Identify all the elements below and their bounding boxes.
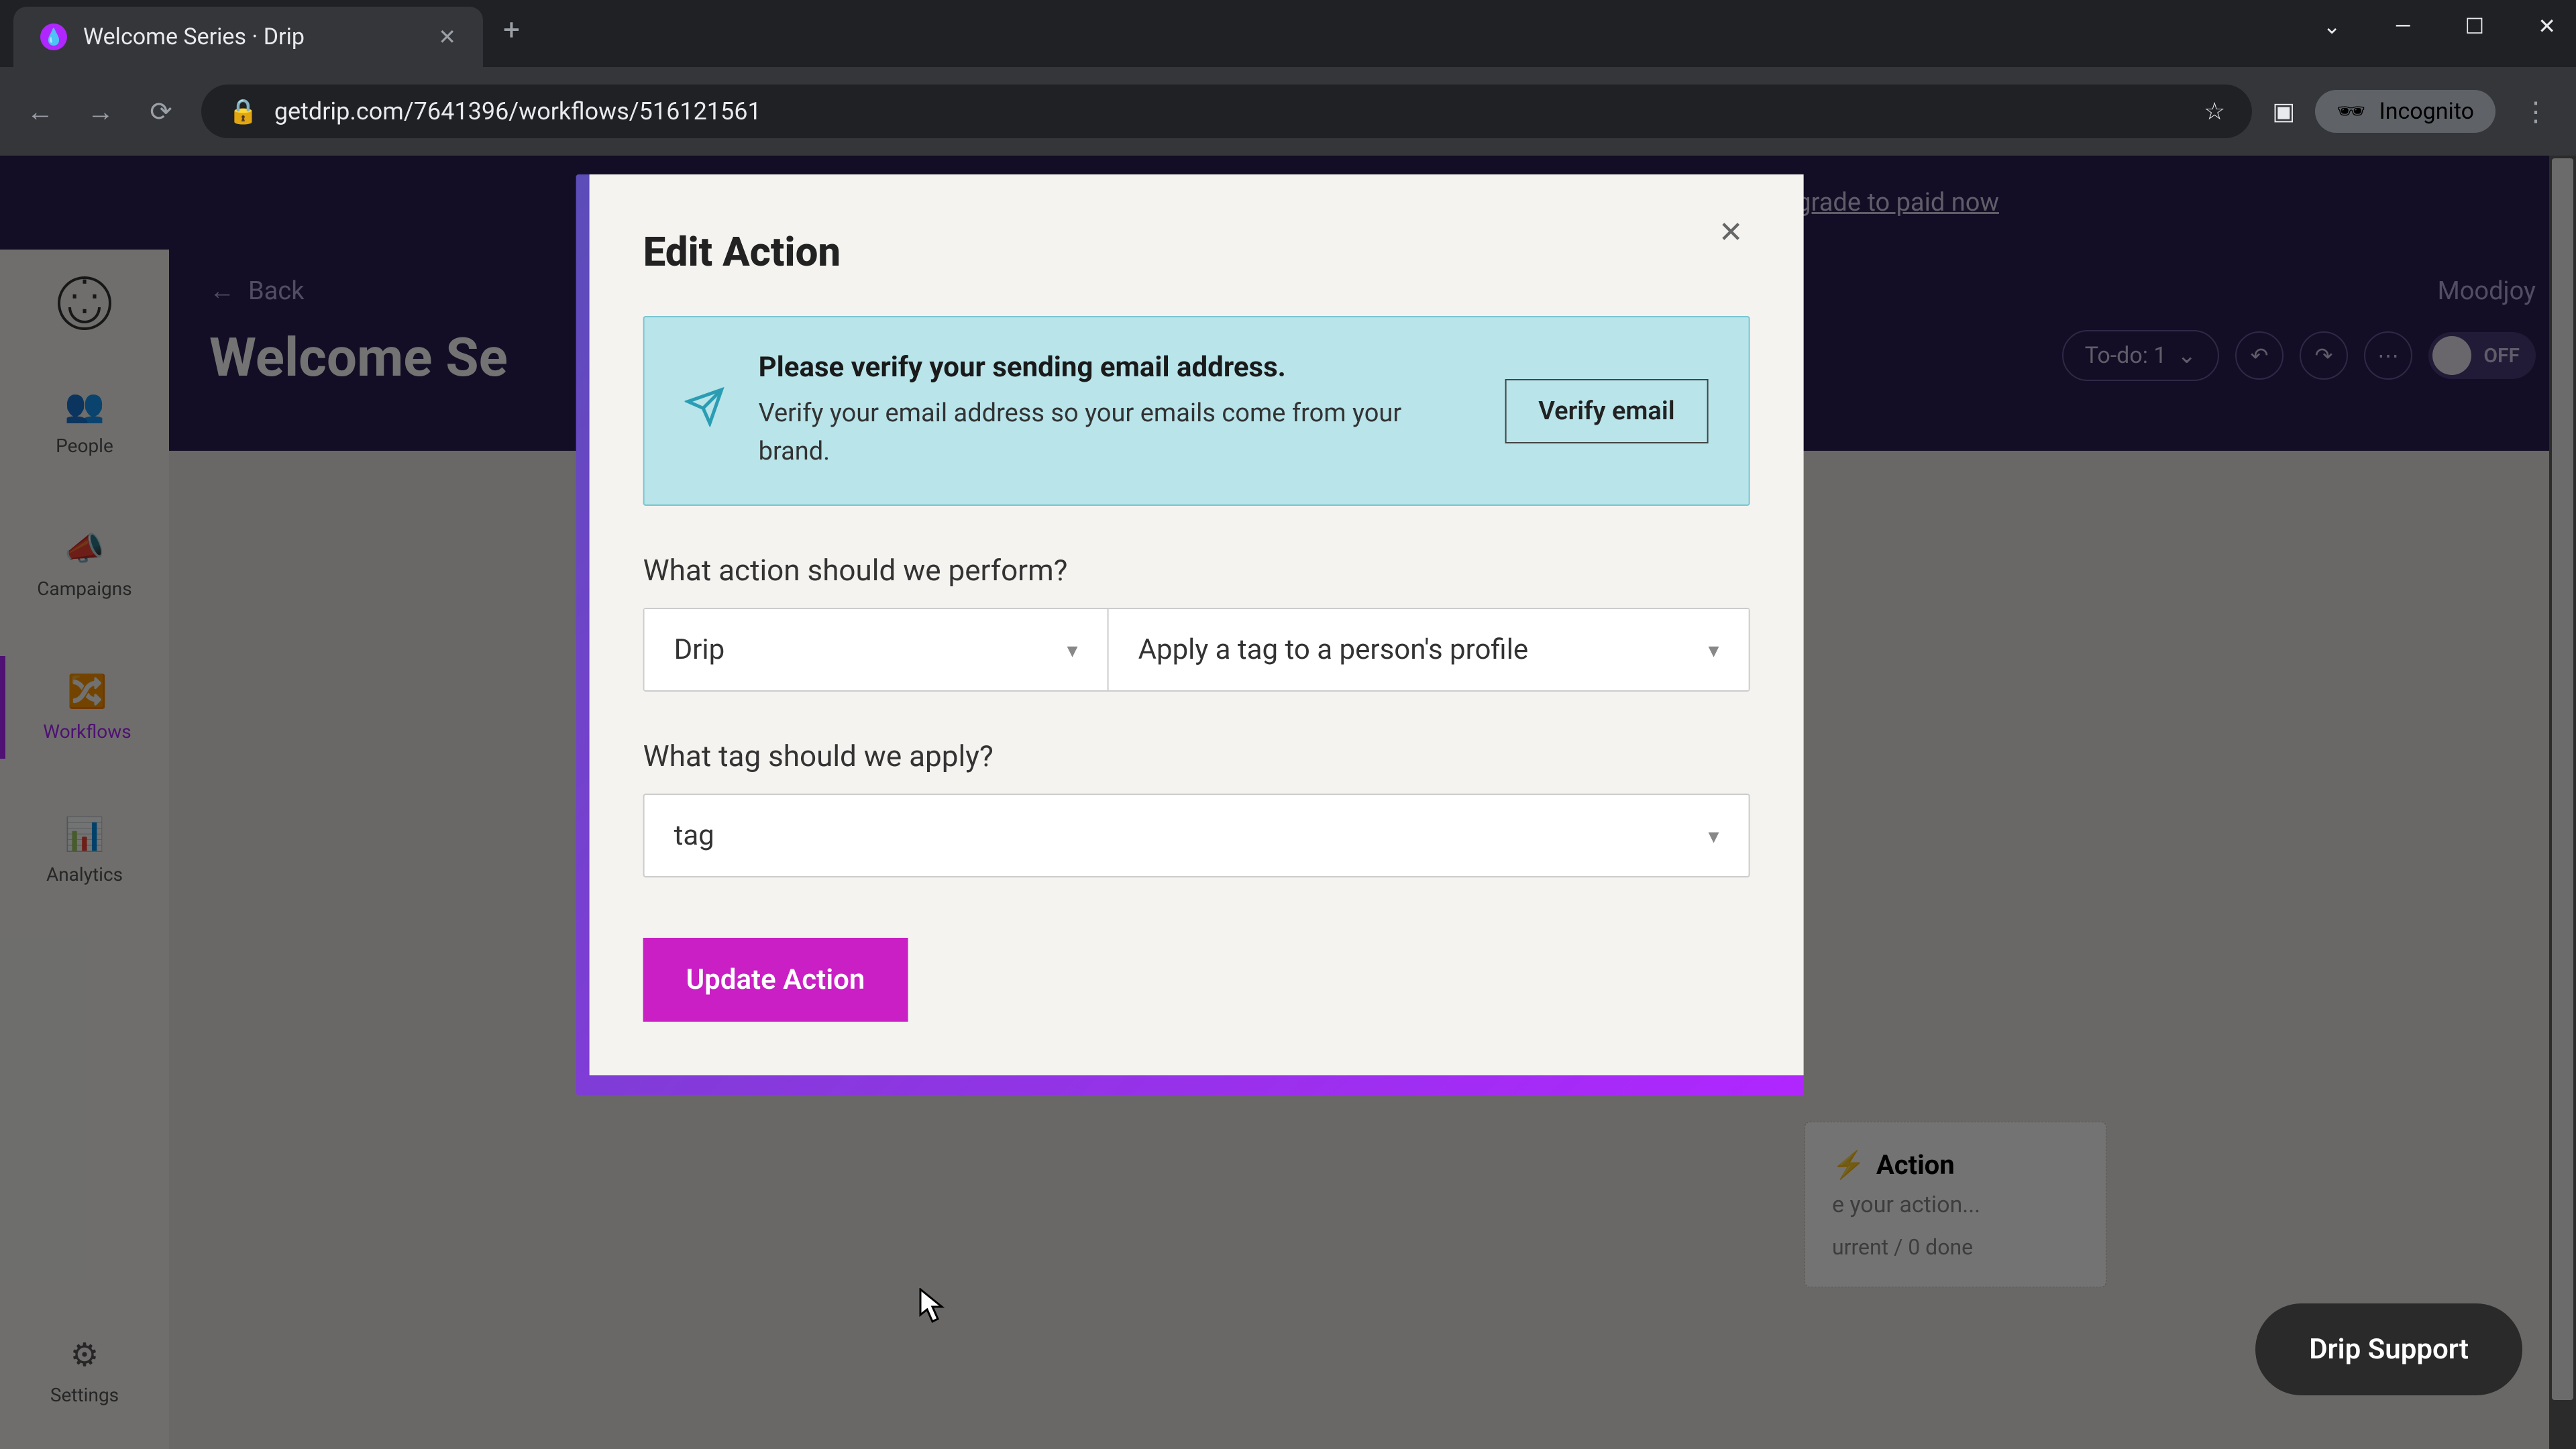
incognito-label: Incognito xyxy=(2379,98,2474,125)
verify-email-button[interactable]: Verify email xyxy=(1505,379,1708,443)
star-icon[interactable]: ☆ xyxy=(2204,97,2225,125)
modal-title: Edit Action xyxy=(643,228,1750,276)
select-value: Apply a tag to a person's profile xyxy=(1138,633,1529,666)
action-select-row: Drip ▾ Apply a tag to a person's profile… xyxy=(643,608,1750,692)
browser-tab[interactable]: 💧 Welcome Series · Drip ✕ xyxy=(13,7,483,67)
chevron-down-icon: ▾ xyxy=(1067,637,1078,663)
send-icon xyxy=(685,386,725,436)
window-controls: ⌄ — ☐ ✕ xyxy=(2323,13,2556,39)
chevron-down-icon: ▾ xyxy=(1709,637,1719,663)
tag-select[interactable]: tag ▾ xyxy=(643,794,1750,877)
maximize-icon[interactable]: ☐ xyxy=(2465,13,2485,39)
tag-field-label: What tag should we apply? xyxy=(643,739,1750,773)
action-type-select[interactable]: Apply a tag to a person's profile ▾ xyxy=(1108,609,1749,690)
vertical-scrollbar[interactable] xyxy=(2549,156,2576,1449)
edit-action-modal: Edit Action ✕ Please verify your sending… xyxy=(590,174,1804,1075)
incognito-icon: 🕶 xyxy=(2337,98,2365,125)
chevron-down-icon[interactable]: ⌄ xyxy=(2323,13,2341,39)
close-modal-button[interactable]: ✕ xyxy=(1719,215,1743,250)
update-action-button[interactable]: Update Action xyxy=(643,938,908,1022)
incognito-badge: 🕶 Incognito xyxy=(2315,90,2496,133)
browser-chrome: 💧 Welcome Series · Drip ✕ + ⌄ — ☐ ✕ ← → … xyxy=(0,0,2576,156)
chevron-down-icon: ▾ xyxy=(1709,823,1719,849)
alert-body: Verify your email address so your emails… xyxy=(759,394,1472,471)
reload-button[interactable]: ⟳ xyxy=(141,91,181,131)
back-button[interactable]: ← xyxy=(20,91,60,131)
select-value: tag xyxy=(674,819,714,852)
tab-bar: 💧 Welcome Series · Drip ✕ + xyxy=(0,0,2576,67)
close-icon[interactable]: ✕ xyxy=(438,24,456,50)
provider-select[interactable]: Drip ▾ xyxy=(645,609,1108,690)
extensions-icon[interactable]: ▣ xyxy=(2272,97,2295,125)
cursor-icon xyxy=(919,1288,946,1315)
minimize-icon[interactable]: — xyxy=(2395,13,2412,39)
action-field-label: What action should we perform? xyxy=(643,553,1750,588)
forward-button[interactable]: → xyxy=(80,91,121,131)
url-text: getdrip.com/7641396/workflows/516121561 xyxy=(274,97,761,125)
verify-email-alert: Please verify your sending email address… xyxy=(643,316,1750,506)
scrollbar-thumb[interactable] xyxy=(2552,158,2573,1400)
new-tab-button[interactable]: + xyxy=(503,12,520,67)
tab-title: Welcome Series · Drip xyxy=(83,23,422,50)
url-input[interactable]: 🔒 getdrip.com/7641396/workflows/51612156… xyxy=(201,85,2252,138)
modal-frame: Edit Action ✕ Please verify your sending… xyxy=(576,174,1804,1095)
support-widget[interactable]: Drip Support xyxy=(2255,1303,2522,1395)
lock-icon: 🔒 xyxy=(228,97,258,125)
drip-favicon-icon: 💧 xyxy=(40,23,67,50)
kebab-menu[interactable]: ⋮ xyxy=(2516,91,2556,131)
address-bar: ← → ⟳ 🔒 getdrip.com/7641396/workflows/51… xyxy=(0,67,2576,156)
select-value: Drip xyxy=(674,633,725,666)
alert-title: Please verify your sending email address… xyxy=(759,351,1472,384)
close-window-icon[interactable]: ✕ xyxy=(2538,13,2556,39)
